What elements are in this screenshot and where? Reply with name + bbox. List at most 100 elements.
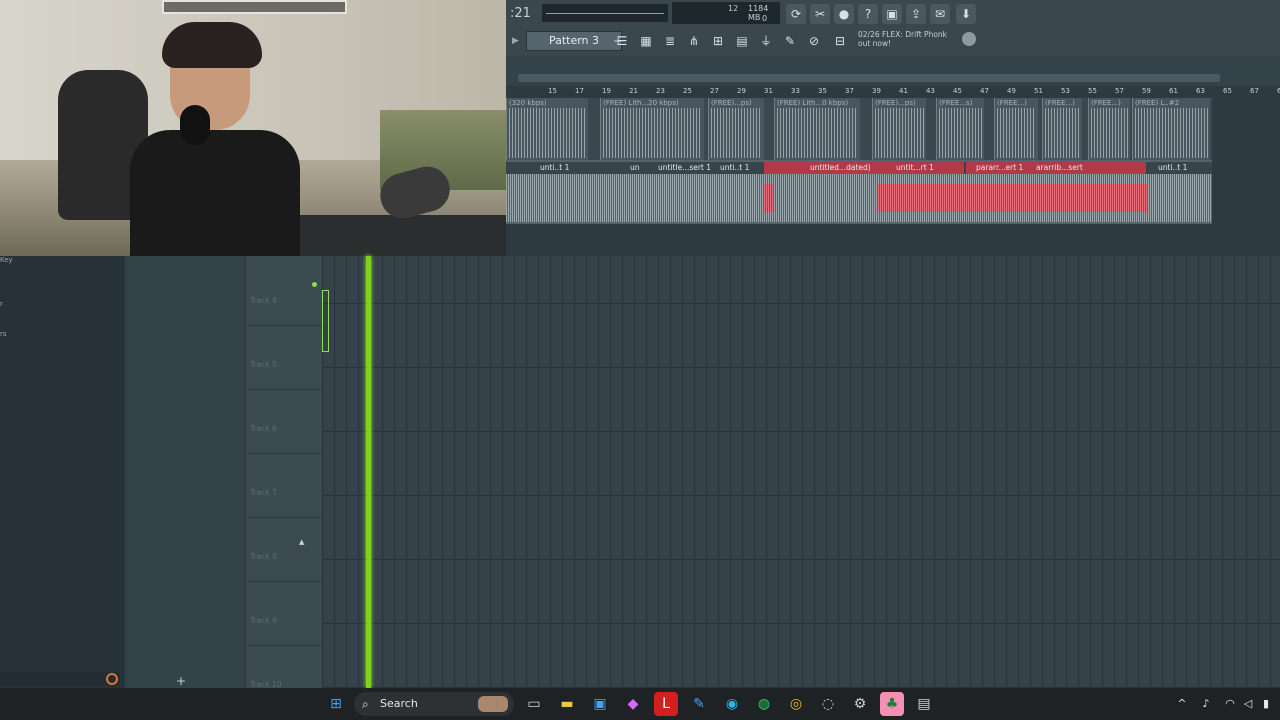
clip-label: (FREE)...ps) (875, 99, 916, 107)
track-name: Track 8 (250, 552, 277, 561)
file-explorer-icon[interactable]: ▬ (555, 692, 579, 716)
channel-rack-icon[interactable]: ≣ (660, 32, 680, 50)
audio-clip[interactable]: (FREE) Lith...0 kbps) (774, 98, 860, 160)
ruler-tick-label: 43 (926, 87, 935, 95)
track-name: Track 4 (250, 296, 277, 305)
lower-workspace: Key r rs + Track 4 Track 5 Track 6 Track 7T… (0, 256, 1280, 710)
ruler-tick-label: 41 (899, 87, 908, 95)
chrome-icon[interactable]: ◎ (784, 692, 808, 716)
ruler-tick-label: 33 (791, 87, 800, 95)
tempo-display[interactable]: :21 (510, 6, 538, 24)
browser-icon[interactable]: ⊞ (708, 32, 728, 50)
add-track-icon[interactable]: + (176, 674, 186, 688)
piano-roll-icon[interactable]: ▦ (636, 32, 656, 50)
reload-icon[interactable]: ⟳ (786, 4, 806, 24)
clip-waveform (1091, 108, 1128, 158)
settings-icon[interactable]: ⚙ (848, 692, 872, 716)
track2-clip-label[interactable]: pararr...ert 1 (976, 163, 1023, 172)
app-window-icon[interactable]: ▤ (912, 692, 936, 716)
track2-clip-label[interactable]: unti..t 1 (1158, 163, 1187, 172)
playhead[interactable] (366, 256, 371, 688)
clip-label: (FREE) L..#2 (1135, 99, 1180, 107)
mic-icon[interactable]: ● (834, 4, 854, 24)
track2-clip-label[interactable]: unti..t 1 (720, 163, 749, 172)
windows-start-icon[interactable]: ⊞ (324, 692, 348, 716)
ruler-tick-label: 57 (1115, 87, 1124, 95)
search-icon: ⌕ (362, 697, 369, 711)
news-globe-icon[interactable] (962, 32, 976, 46)
audio-clip[interactable]: (FREE)...ps) (708, 98, 764, 160)
chat-icon[interactable]: ✉ (930, 4, 950, 24)
app-circle-icon[interactable]: ◌ (816, 692, 840, 716)
track-header[interactable]: Track 8 (246, 518, 322, 582)
help-icon[interactable]: ? (858, 4, 878, 24)
news-ticker[interactable]: 02/26 FLEX: Drift Phonk out now! (858, 30, 968, 52)
track2-clip-label[interactable]: unti..t 1 (540, 163, 569, 172)
taskbar-search[interactable]: ⌕ Search (354, 692, 514, 716)
plug-icon[interactable]: ⏚ (756, 32, 776, 50)
store-icon[interactable]: ▣ (588, 692, 612, 716)
track-headers: Track 4 Track 5 Track 6 Track 7 Track 8 Track… (246, 256, 322, 710)
audio-track-2: unti..t 1 un untitle...sert 1 unti..t 1 unti… (506, 160, 1212, 224)
track2-clip-label[interactable]: untitle...sert 1 (658, 163, 711, 172)
left-panel-mark-1: r (0, 300, 3, 308)
spotify-icon[interactable]: ◍ (752, 692, 776, 716)
search-highlight-image (478, 696, 508, 712)
playlist-top-strip (506, 56, 1280, 86)
audio-clip[interactable]: (FREE...s) (936, 98, 984, 160)
track-active-indicator[interactable] (312, 282, 317, 287)
track-header[interactable]: Track 5 (246, 326, 322, 390)
search-icon[interactable] (106, 673, 118, 685)
cut-icon[interactable]: ✂ (810, 4, 830, 24)
pattern-arrow-icon[interactable]: ▶ (512, 32, 522, 50)
audio-clip[interactable]: (FREE) L..#2 (1132, 98, 1210, 160)
playlist-grid[interactable] (322, 256, 1280, 688)
clip-waveform (711, 108, 762, 158)
app-pen-icon[interactable]: ✎ (687, 692, 711, 716)
ruler-tick-label: 15 (548, 87, 557, 95)
track-header[interactable]: Track 4 (246, 262, 322, 326)
left-panel-footer (0, 672, 120, 686)
track2-clip-label[interactable]: ararrib...sert (1036, 163, 1083, 172)
ruler-tick-label: 29 (737, 87, 746, 95)
audio-clip[interactable]: (320 kbps) (506, 98, 588, 160)
microphone-icon[interactable]: ♪ (1198, 696, 1214, 712)
save-icon[interactable]: ▣ (882, 4, 902, 24)
task-view-icon[interactable]: ▭ (522, 692, 546, 716)
tray-chevron-icon[interactable]: ^ (1174, 696, 1190, 712)
edge-icon[interactable]: ◉ (720, 692, 744, 716)
export-icon[interactable]: ⇪ (906, 4, 926, 24)
webcam-overlay (0, 0, 506, 256)
mute-icon[interactable]: ⊘ (804, 32, 824, 50)
left-panel: Key r rs (0, 256, 124, 688)
app-l-icon[interactable]: L (654, 692, 678, 716)
track-header[interactable]: Track 7 (246, 454, 322, 518)
audio-clip[interactable]: (FREE)...ps) (872, 98, 926, 160)
playlist-horizontal-scrollbar[interactable] (518, 74, 1220, 82)
track-name: Track 7 (250, 488, 277, 497)
collapse-arrow-icon[interactable]: ▲ (299, 538, 304, 546)
audio-clip[interactable]: (FREE...) (1088, 98, 1130, 160)
copilot-icon[interactable]: ◆ (621, 692, 645, 716)
audio-clip[interactable]: (FREE...) (1042, 98, 1082, 160)
timeline-ruler[interactable]: 15 17 19 21 23 25 27 29 31 33 35 37 39 41 43 45 47 49 51 53… (506, 86, 1280, 98)
pattern-selector[interactable]: Pattern 3 + (526, 31, 623, 51)
playlist-icon[interactable]: ☰ (612, 32, 632, 50)
brush-icon[interactable]: ✎ (780, 32, 800, 50)
wifi-icon[interactable]: ◠ (1222, 696, 1238, 712)
plugin-icon[interactable]: ▤ (732, 32, 752, 50)
battery-icon[interactable]: ▮ (1258, 696, 1274, 712)
track2-clip-label[interactable]: untitled...dated) (810, 163, 871, 172)
audio-clip[interactable]: (FREE...) (994, 98, 1038, 160)
fl-studio-icon[interactable]: ♣ (880, 692, 904, 716)
track2-clip-label[interactable]: un (630, 163, 640, 172)
audio-clip[interactable]: (FREE) Lith...20 kbps) (600, 98, 704, 160)
track-header[interactable]: Track 6 (246, 390, 322, 454)
loop-marker[interactable] (322, 290, 329, 352)
mixer-icon[interactable]: ⋔ (684, 32, 704, 50)
download-icon[interactable]: ⬇ (956, 4, 976, 24)
basket-icon[interactable]: ⊟ (830, 32, 850, 50)
track2-clip-label[interactable]: untit...rt 1 (896, 163, 934, 172)
volume-icon[interactable]: ◁ (1240, 696, 1256, 712)
track-header[interactable]: Track 9 (246, 582, 322, 646)
